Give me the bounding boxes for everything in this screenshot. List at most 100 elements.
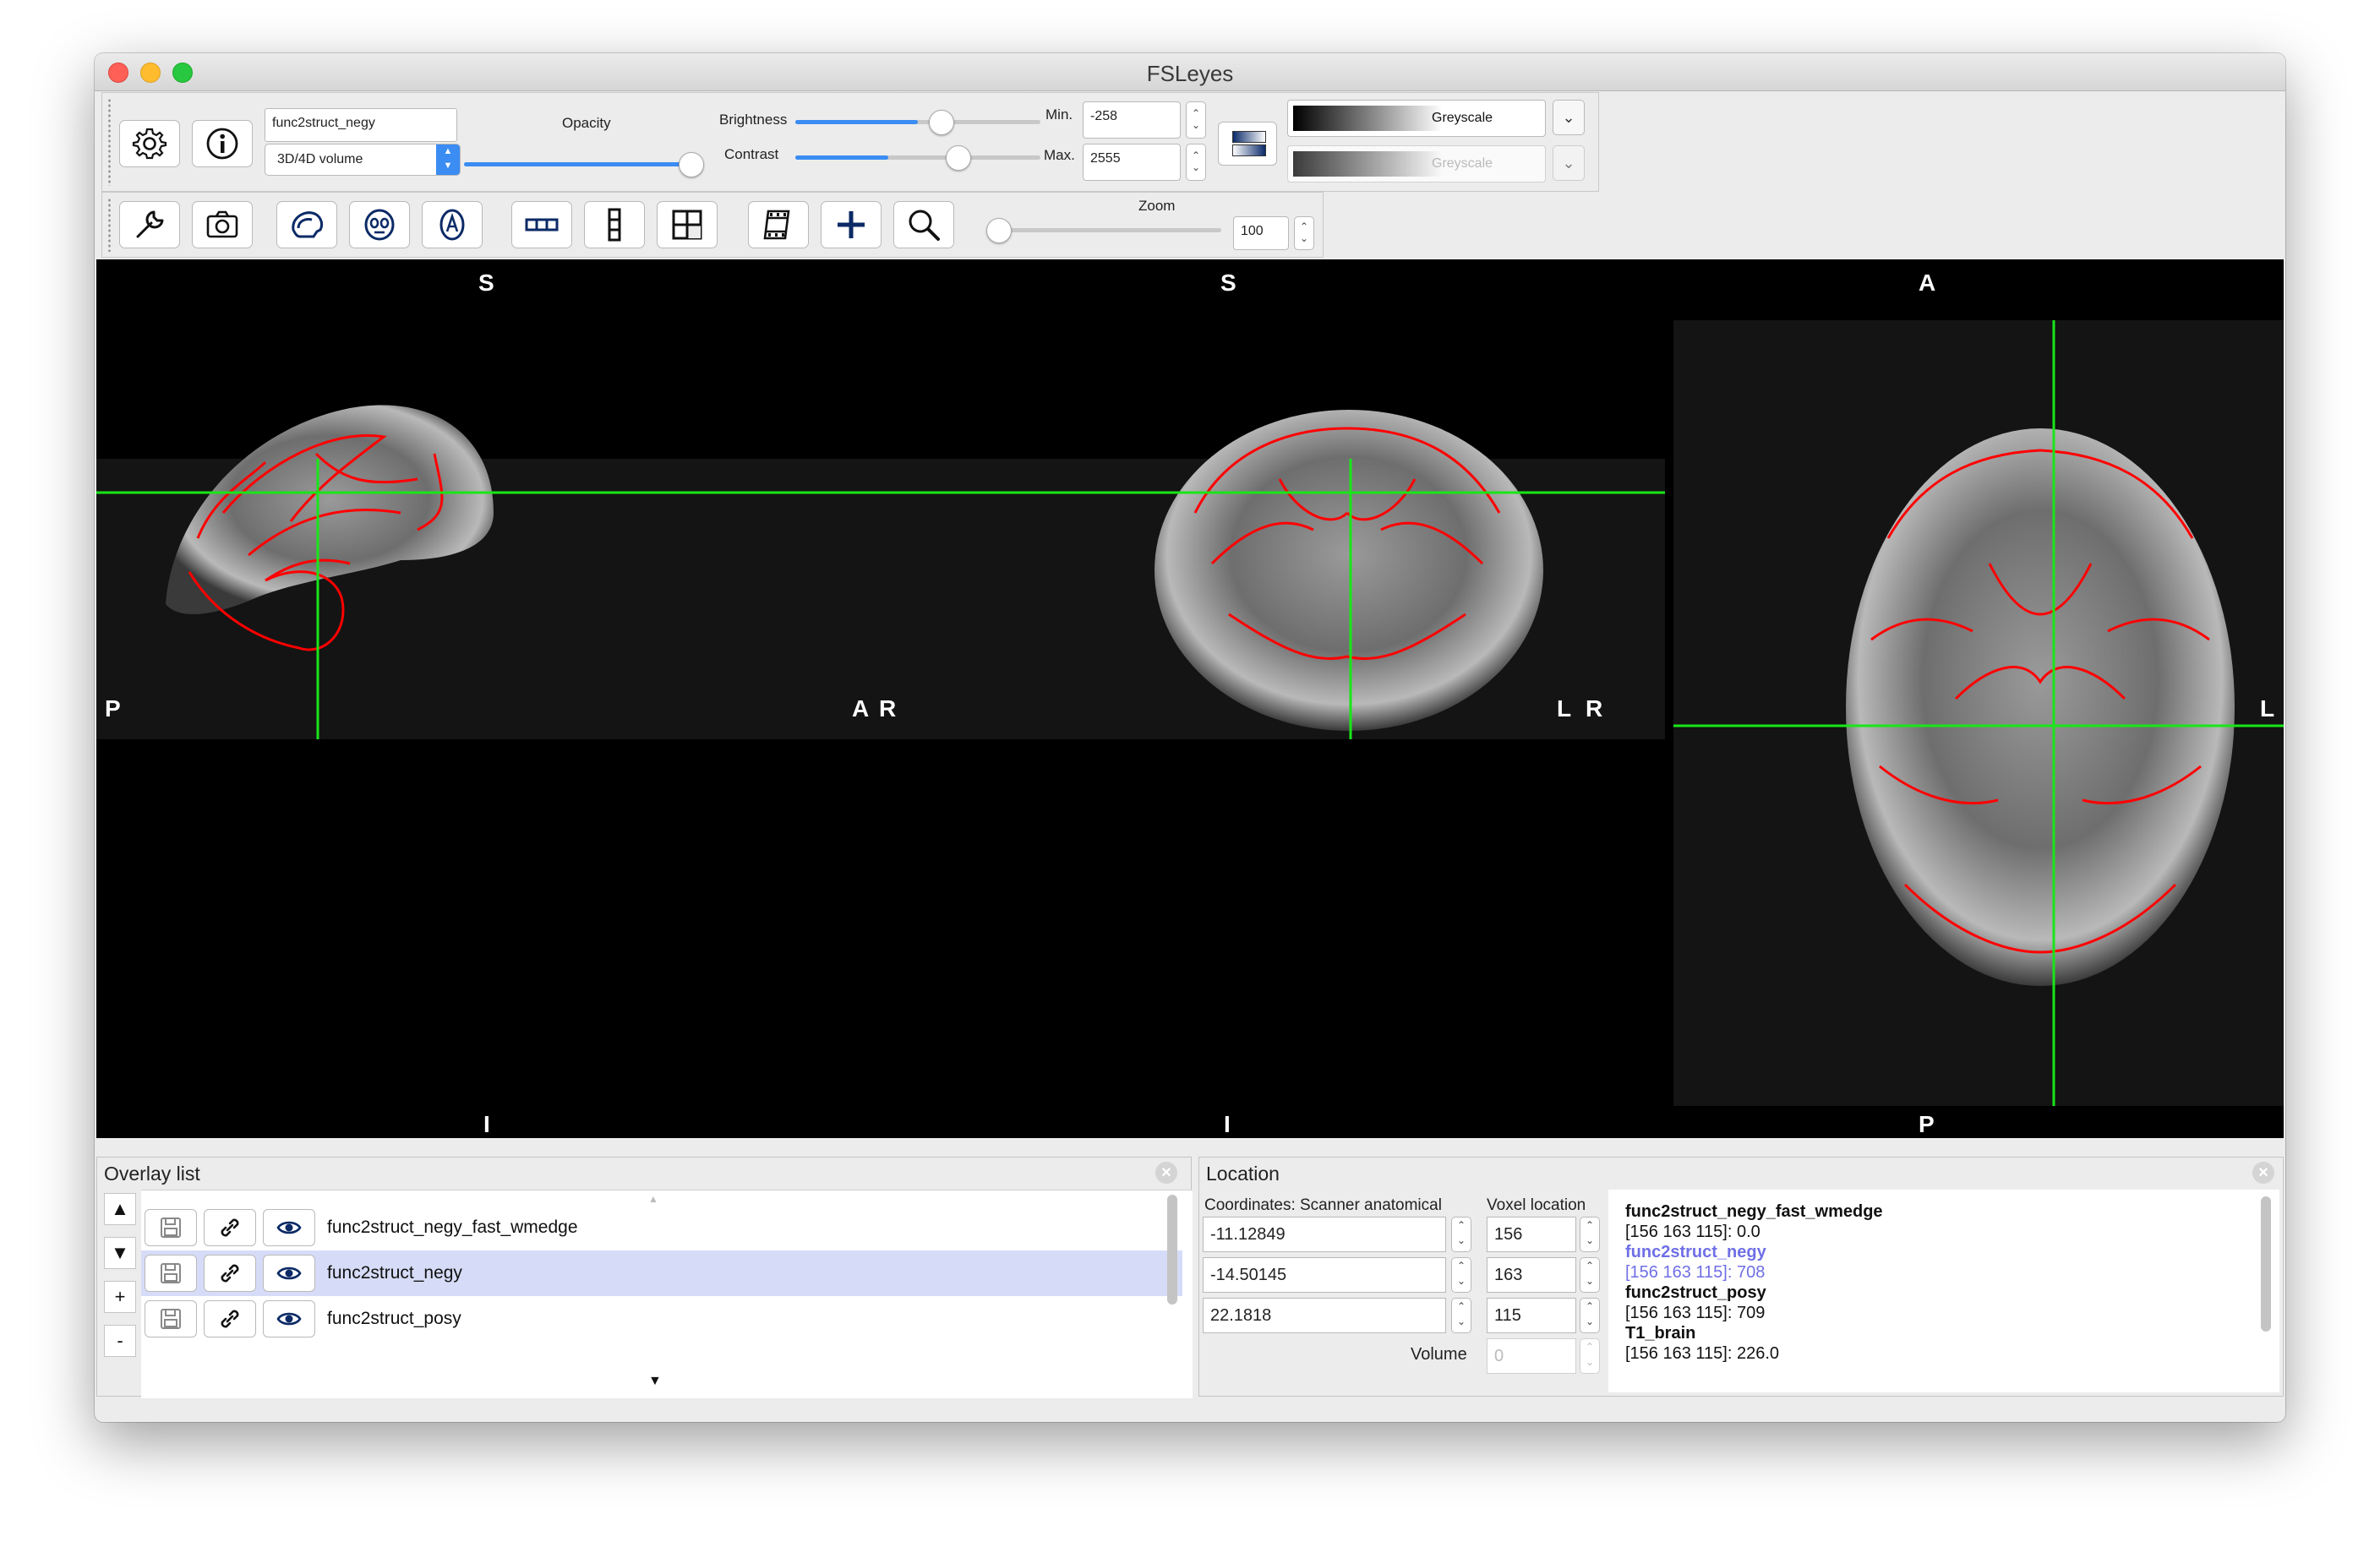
coordinate-z-field[interactable]: 22.1818 <box>1203 1298 1446 1333</box>
toggle-sagittal-button[interactable] <box>276 201 337 248</box>
zoom-slider[interactable] <box>986 218 1221 243</box>
coordinate-x-stepper[interactable]: ⌃ ⌄ <box>1451 1217 1471 1252</box>
toggle-coronal-button[interactable] <box>349 201 410 248</box>
remove-overlay-button[interactable]: - <box>104 1325 136 1357</box>
location-close-icon[interactable]: × <box>2252 1162 2274 1184</box>
overlay-list-item[interactable]: func2struct_negy_fast_wmedge <box>141 1205 1182 1250</box>
chevron-updown-icon: ▲ ▼ <box>436 144 460 175</box>
eye-icon <box>276 1267 302 1280</box>
toggle-axial-button[interactable] <box>422 201 483 248</box>
negative-colormap-label: Greyscale <box>1432 156 1493 171</box>
coordinate-y-stepper[interactable]: ⌃ ⌄ <box>1451 1257 1471 1293</box>
horizontal-layout-icon <box>525 218 559 232</box>
overlay-list-item[interactable]: func2struct_posy <box>141 1296 1182 1342</box>
toggle-visibility-button[interactable] <box>263 1300 315 1337</box>
toggle-cursor-button[interactable] <box>821 201 882 248</box>
ortho-canvas[interactable]: S I P A S I R L A P R L <box>96 259 2284 1138</box>
link-overlay-button[interactable] <box>204 1255 256 1292</box>
voxel-y-field[interactable]: 163 <box>1487 1257 1576 1293</box>
overlay-name-field[interactable]: func2struct_negy <box>265 108 457 142</box>
voxel-z-field[interactable]: 115 <box>1487 1298 1576 1333</box>
coronal-head-icon <box>364 209 395 241</box>
zoom-slider-knob[interactable] <box>986 218 1012 243</box>
sagittal-right-label: A <box>852 695 870 722</box>
contrast-slider[interactable] <box>795 145 1040 171</box>
min-stepper[interactable]: ⌃ ⌄ <box>1186 101 1206 139</box>
voxel-y-stepper[interactable]: ⌃ ⌄ <box>1580 1257 1600 1293</box>
scroll-up-indicator[interactable]: ▲ <box>648 1193 658 1205</box>
coordinate-z-stepper[interactable]: ⌃ ⌄ <box>1451 1298 1471 1333</box>
coordinate-x-field[interactable]: -11.12849 <box>1203 1217 1446 1252</box>
volume-field[interactable]: 0 <box>1487 1338 1576 1374</box>
sagittal-left-label: P <box>105 695 121 722</box>
axial-brain <box>1846 428 2235 986</box>
eye-icon <box>276 1221 302 1234</box>
link-overlay-button[interactable] <box>204 1300 256 1337</box>
voxel-x-field[interactable]: 156 <box>1487 1217 1576 1252</box>
min-field[interactable]: -258 <box>1083 101 1181 139</box>
negative-colormap-dropdown-button[interactable]: ⌄ <box>1553 145 1585 181</box>
floppy-disk-icon <box>161 1309 181 1329</box>
grid-layout-button[interactable] <box>657 201 718 248</box>
toggle-visibility-button[interactable] <box>263 1209 315 1246</box>
location-panel: Location × Coordinates: Scanner anatomic… <box>1198 1157 2284 1397</box>
overlay-list-close-icon[interactable]: × <box>1155 1162 1177 1184</box>
max-stepper[interactable]: ⌃ ⌄ <box>1186 144 1206 181</box>
colormap-preview <box>1293 106 1542 131</box>
move-overlay-down-button[interactable]: ▼ <box>104 1237 136 1269</box>
max-field[interactable]: 2555 <box>1083 144 1181 181</box>
camera-icon <box>206 210 238 238</box>
vertical-layout-button[interactable] <box>584 201 645 248</box>
zoom-label: Zoom <box>1138 198 1176 214</box>
location-info-scrollbar[interactable] <box>2261 1196 2271 1332</box>
info-overlay-value: [156 163 115]: 226.0 <box>1625 1344 1780 1363</box>
voxel-z-stepper[interactable]: ⌃ ⌄ <box>1580 1298 1600 1333</box>
coordinates-label: Coordinates: Scanner anatomical <box>1204 1196 1442 1214</box>
opacity-slider-knob[interactable] <box>679 152 704 177</box>
opacity-slider[interactable] <box>464 152 704 177</box>
volume-stepper[interactable]: ⌃ ⌄ <box>1580 1338 1600 1374</box>
voxel-x-stepper[interactable]: ⌃ ⌄ <box>1580 1217 1600 1252</box>
reset-zoom-button[interactable] <box>893 201 954 248</box>
invert-colormap-button[interactable] <box>1218 122 1277 166</box>
overlay-info-button[interactable] <box>192 120 253 167</box>
toolbar-grip[interactable] <box>107 198 112 252</box>
overlay-type-select[interactable]: 3D/4D volume ▲ ▼ <box>265 144 461 176</box>
axial-view[interactable] <box>1673 320 2284 1106</box>
contrast-slider-knob[interactable] <box>946 145 971 171</box>
link-overlay-button[interactable] <box>204 1209 256 1246</box>
overlay-name: func2struct_negy <box>327 1263 462 1283</box>
brightness-slider[interactable] <box>795 110 1040 135</box>
sagittal-view[interactable] <box>96 405 921 935</box>
toolbar-grip[interactable] <box>107 98 112 186</box>
coronal-view[interactable] <box>921 410 1665 739</box>
display-settings-button[interactable] <box>119 120 180 167</box>
add-overlay-button[interactable]: + <box>104 1281 136 1313</box>
movie-mode-button[interactable] <box>748 201 809 248</box>
screenshot-button[interactable] <box>192 201 253 248</box>
horizontal-layout-button[interactable] <box>511 201 572 248</box>
overlay-name: func2struct_negy_fast_wmedge <box>327 1218 578 1237</box>
move-overlay-up-button[interactable]: ▲ <box>104 1193 136 1225</box>
colormap-select[interactable]: Greyscale <box>1287 100 1546 137</box>
chevron-down-icon: ⌄ <box>1562 155 1575 172</box>
ortho-views-svg[interactable] <box>96 259 2284 1138</box>
save-overlay-button[interactable] <box>145 1300 197 1337</box>
coronal-left-label: R <box>879 695 897 722</box>
toggle-visibility-button[interactable] <box>263 1255 315 1292</box>
overlay-list-item-selected[interactable]: func2struct_negy <box>141 1250 1182 1296</box>
overlay-list-scrollbar[interactable] <box>1167 1195 1177 1305</box>
zoom-field[interactable]: 100 <box>1233 216 1289 250</box>
brightness-slider-knob[interactable] <box>929 110 954 135</box>
save-overlay-button[interactable] <box>145 1255 197 1292</box>
wrench-icon <box>136 210 164 238</box>
contrast-slider-fill <box>795 155 889 160</box>
save-overlay-button[interactable] <box>145 1209 197 1246</box>
scroll-down-indicator[interactable]: ▼ <box>648 1374 662 1389</box>
chevron-down-icon: ⌄ <box>1562 109 1575 126</box>
view-settings-button[interactable] <box>119 201 180 248</box>
colormap-dropdown-button[interactable]: ⌄ <box>1553 100 1585 135</box>
coordinate-y-field[interactable]: -14.50145 <box>1203 1257 1446 1293</box>
negative-colormap-select[interactable]: Greyscale <box>1287 145 1546 182</box>
zoom-stepper[interactable]: ⌃ ⌄ <box>1294 216 1314 250</box>
